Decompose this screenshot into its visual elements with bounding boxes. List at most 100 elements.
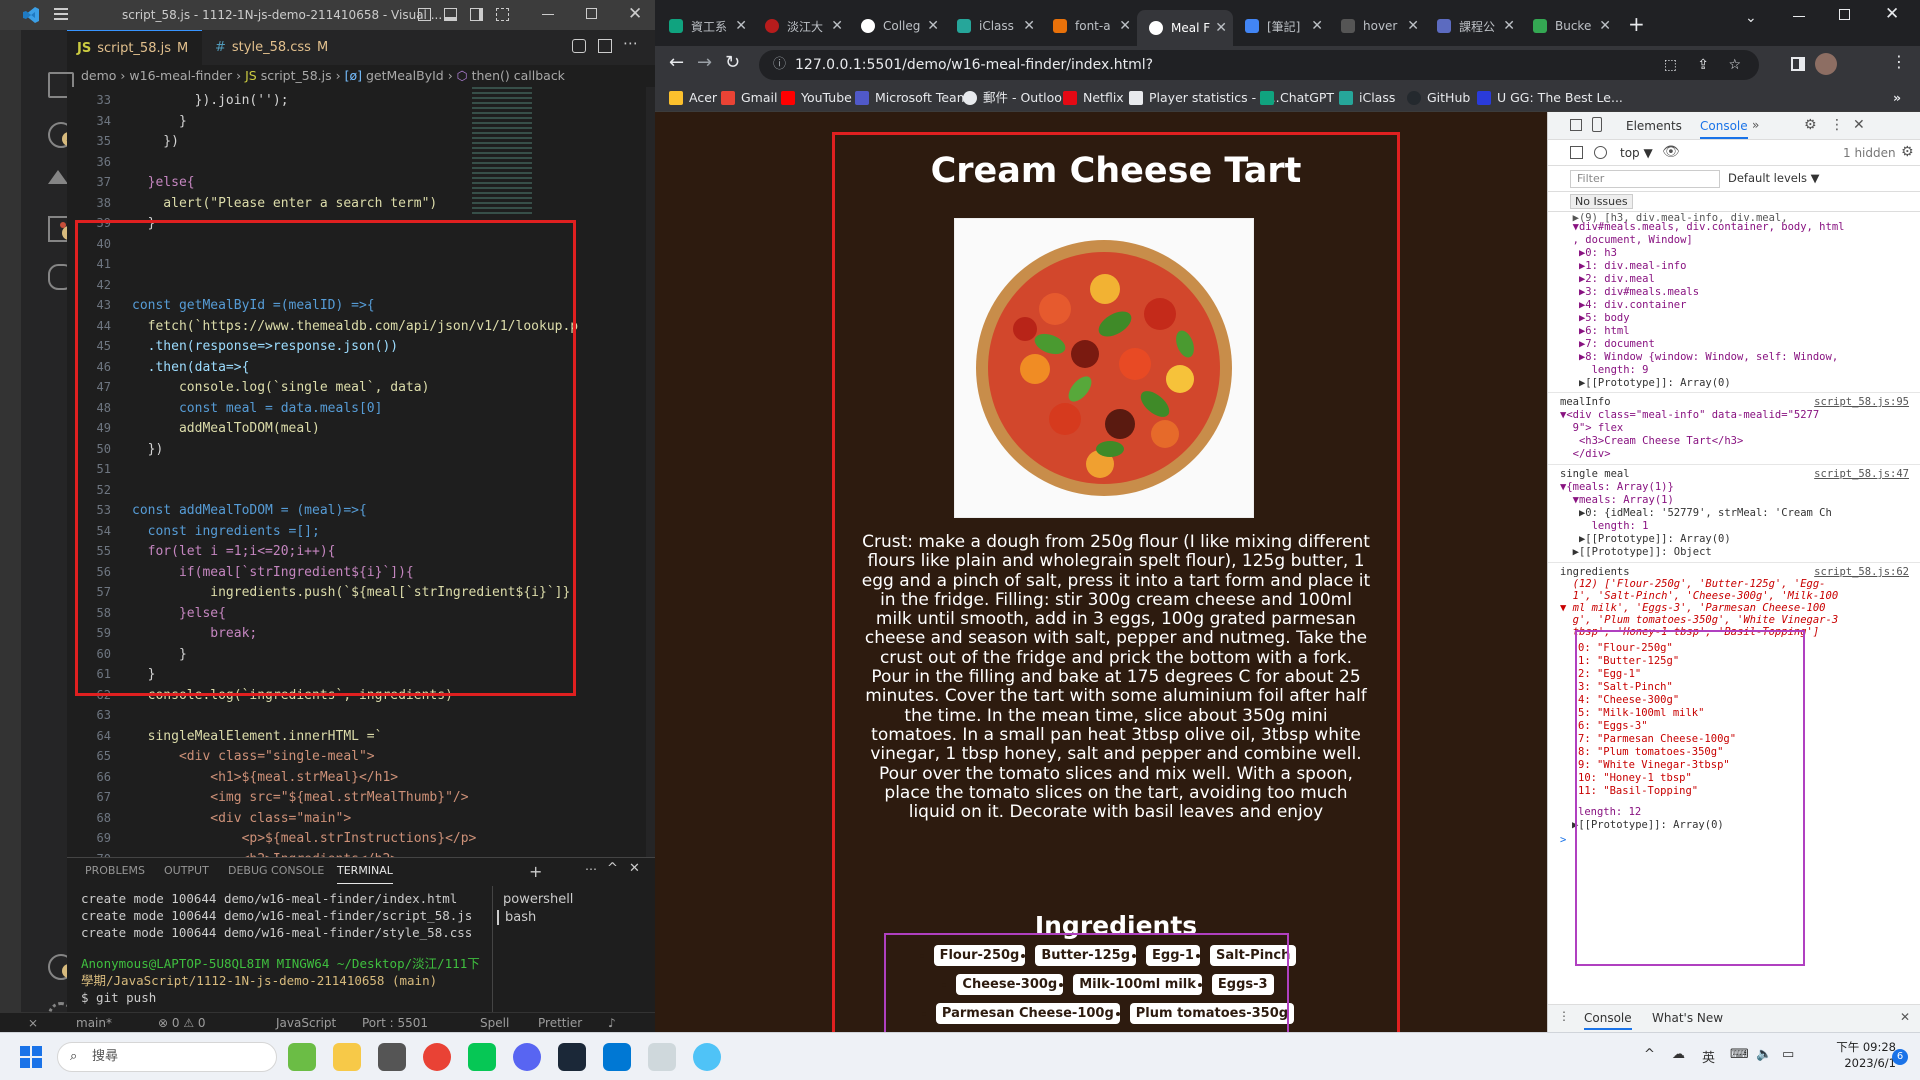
browser-tab[interactable]: 淡江大 ✕ xyxy=(753,10,849,42)
log-levels-select[interactable]: Default levels ▼ xyxy=(1728,171,1820,185)
code-line[interactable]: 64 singleMealElement.innerHTML =` xyxy=(67,727,647,746)
minimize-icon[interactable] xyxy=(542,14,554,15)
close-panel-icon[interactable]: ✕ xyxy=(629,861,640,876)
drawer-menu-icon[interactable]: ⋮ xyxy=(1558,1009,1570,1023)
breadcrumb-item[interactable]: w16-meal-finder xyxy=(129,68,232,83)
close-tab-icon[interactable]: ✕ xyxy=(831,18,843,34)
code-line[interactable]: 34 } xyxy=(67,112,647,131)
code-line[interactable]: 33 }).join(''); xyxy=(67,91,647,110)
code-line[interactable]: 68 <div class="main"> xyxy=(67,809,647,828)
devtools-settings-icon[interactable]: ⚙ xyxy=(1804,117,1817,133)
layout-icon[interactable] xyxy=(496,8,509,21)
more-bookmarks-icon[interactable]: » xyxy=(1893,88,1901,108)
bookmark-item[interactable]: iClass xyxy=(1339,88,1395,108)
keyboard-icon[interactable]: ⌨ xyxy=(1730,1047,1749,1062)
file-explorer-icon[interactable] xyxy=(333,1043,361,1071)
clear-console-icon[interactable] xyxy=(1594,146,1607,159)
bookmark-star-icon[interactable]: ☆ xyxy=(1728,50,1741,80)
browser-tab[interactable]: [筆記] ✕ xyxy=(1233,10,1329,42)
tab-script-js[interactable]: JS script_58.js M xyxy=(67,30,202,65)
tab-problems[interactable]: PROBLEMS xyxy=(85,858,145,884)
taskbar-clock[interactable]: 下午 09:28 2023/6/1 xyxy=(1836,1039,1896,1071)
breadcrumb-item[interactable]: script_58.js xyxy=(261,68,332,83)
maximize-panel-icon[interactable]: ^ xyxy=(607,861,618,876)
taskbar-search[interactable]: ⌕ 搜尋 xyxy=(57,1042,277,1072)
bookmark-item[interactable]: 郵件 - Outlook xyxy=(963,88,1069,108)
browser-tab[interactable]: hover ✕ xyxy=(1329,10,1425,42)
bookmark-item[interactable]: Netflix xyxy=(1063,88,1124,108)
device-toolbar-icon[interactable] xyxy=(1592,117,1602,132)
bookmark-item[interactable]: Microsoft Teams xyxy=(855,88,975,108)
discord-app-icon[interactable] xyxy=(513,1043,541,1071)
windows-start-icon[interactable] xyxy=(20,1046,42,1068)
reload-icon[interactable]: ↻ xyxy=(725,52,740,73)
menu-icon[interactable] xyxy=(54,8,68,20)
browser-tab[interactable]: Bucke ✕ xyxy=(1521,10,1617,42)
chrome-app-icon[interactable] xyxy=(423,1043,451,1071)
tab-output[interactable]: OUTPUT xyxy=(164,858,209,884)
site-info-icon[interactable]: ⓘ xyxy=(773,50,786,80)
tab-console[interactable]: Console xyxy=(1700,119,1748,139)
chrome-menu-icon[interactable]: ⋮ xyxy=(1891,52,1907,71)
run-debug-icon[interactable] xyxy=(48,170,68,184)
issues-button[interactable]: No Issues xyxy=(1570,194,1633,209)
tab-search-icon[interactable]: ⌄ xyxy=(1745,10,1757,26)
more-actions-icon[interactable]: ⋯ xyxy=(585,862,597,876)
side-panel-icon[interactable] xyxy=(1791,57,1805,71)
maximize-icon[interactable] xyxy=(1839,9,1850,20)
unity-app-icon[interactable] xyxy=(378,1043,406,1071)
back-icon[interactable]: ← xyxy=(669,52,684,73)
split-editor-icon[interactable] xyxy=(598,39,612,53)
toggle-secondary-sidebar-icon[interactable] xyxy=(470,8,483,21)
code-line[interactable]: 67 <img src="${meal.strMealThumb}"/> xyxy=(67,788,647,807)
notifications-icon[interactable]: ♪ xyxy=(608,1013,616,1032)
toggle-sidebar-icon[interactable] xyxy=(418,8,431,21)
browser-app-icon[interactable] xyxy=(693,1043,721,1071)
maximize-icon[interactable] xyxy=(586,8,597,19)
new-tab-icon[interactable]: + xyxy=(1628,12,1645,36)
close-window-icon[interactable]: ✕ xyxy=(1885,4,1899,24)
bookmark-item[interactable]: Gmail xyxy=(721,88,777,108)
toggle-panel-icon[interactable] xyxy=(444,8,457,21)
log-source-link[interactable]: script_58.js:47 xyxy=(1814,468,1909,480)
close-tab-icon[interactable]: ✕ xyxy=(1503,18,1515,34)
onedrive-icon[interactable]: ☁ xyxy=(1672,1047,1685,1062)
bookmark-item[interactable]: U GG: The Best Le... xyxy=(1477,88,1623,108)
tab-debug-console[interactable]: DEBUG CONSOLE xyxy=(228,858,324,884)
close-tab-icon[interactable]: ✕ xyxy=(1311,18,1323,34)
bookmark-item[interactable]: GitHub xyxy=(1407,88,1470,108)
snipping-tool-icon[interactable] xyxy=(648,1043,676,1071)
browser-tab[interactable]: 課程公 ✕ xyxy=(1425,10,1521,42)
remote-status-icon[interactable]: ⨯ xyxy=(28,1013,38,1032)
console-prompt[interactable]: > xyxy=(1560,834,1566,847)
tab-terminal[interactable]: TERMINAL xyxy=(337,858,393,884)
breadcrumb-item[interactable]: getMealById xyxy=(366,68,444,83)
spell-status[interactable]: Spell xyxy=(480,1013,509,1032)
bookmark-item[interactable]: Acer xyxy=(669,88,717,108)
tray-chevron-icon[interactable]: ^ xyxy=(1644,1047,1655,1062)
sidebar-toggle-icon[interactable] xyxy=(1570,146,1583,159)
code-line[interactable]: 66 <h1>${meal.strMeal}</h1> xyxy=(67,768,647,787)
scrollbar[interactable] xyxy=(646,87,655,857)
share-icon[interactable]: ⇪ xyxy=(1697,50,1709,80)
battery-icon[interactable]: ▭ xyxy=(1782,1047,1794,1062)
code-line[interactable]: 36 xyxy=(67,153,647,172)
bookmark-item[interactable]: YouTube xyxy=(781,88,852,108)
code-line[interactable]: 37 }else{ xyxy=(67,173,647,192)
log-source-link[interactable]: script_58.js:62 xyxy=(1814,566,1909,578)
profile-avatar[interactable] xyxy=(1815,53,1837,75)
close-tab-icon[interactable]: ✕ xyxy=(927,18,939,34)
code-editor[interactable]: 33 }).join(''); 34 } 35 }) 36 37 }else{38 al… xyxy=(60,87,655,887)
close-tab-icon[interactable]: ✕ xyxy=(1023,18,1035,34)
open-changes-icon[interactable] xyxy=(572,39,586,53)
terminal-command[interactable]: $ git push xyxy=(81,989,156,1006)
shell-item[interactable]: powershell xyxy=(503,892,573,907)
code-line[interactable]: 69 <p>${meal.strInstructions}</p> xyxy=(67,829,647,848)
code-line[interactable]: 38 alert("Please enter a search term") xyxy=(67,194,647,213)
problems-status[interactable]: ⊗ 0 ⚠ 0 xyxy=(158,1013,206,1032)
close-tab-icon[interactable]: ✕ xyxy=(735,18,747,34)
more-actions-icon[interactable]: ⋯ xyxy=(623,34,638,52)
shell-item[interactable]: bash xyxy=(497,910,536,925)
breakpoint-dot[interactable] xyxy=(60,222,66,228)
drawer-tab-console[interactable]: Console xyxy=(1584,1011,1632,1030)
